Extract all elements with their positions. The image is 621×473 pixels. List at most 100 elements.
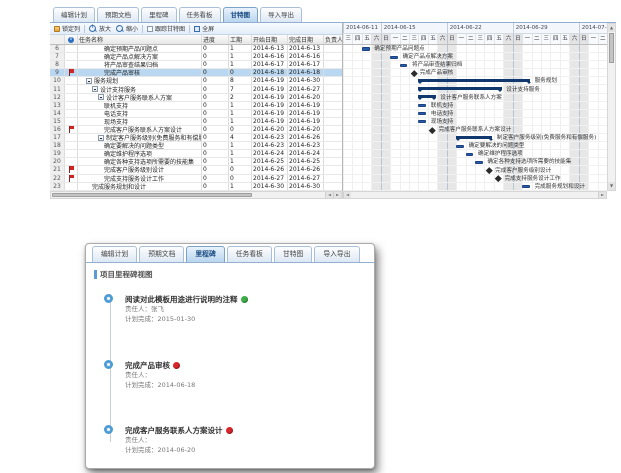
gantt-bar[interactable] [418, 104, 426, 107]
table-row[interactable]: 16完成客户服务联系人方案设计002014-6-202014-6-20 [50, 126, 342, 134]
v-scroll-thumb[interactable] [609, 33, 614, 63]
tab-import-export[interactable]: 导入导出 [314, 246, 359, 262]
gantt-view-content: 锁定列 +放大 -缩小 跟踪甘特图 全屏 i 任务名称进度工期开始日期完成日期负… [50, 23, 616, 199]
gantt-h-scroll-track[interactable] [351, 192, 598, 198]
row-number: 16 [50, 126, 65, 133]
gantt-bar[interactable] [400, 64, 408, 67]
scroll-left-arrow-icon[interactable]: ◄ [325, 192, 333, 198]
table-h-scrollbar[interactable]: ◄ ► [50, 191, 342, 199]
gantt-bar[interactable] [456, 145, 464, 148]
table-row[interactable]: 22完成支持服务设计工作002014-6-272014-6-27 [50, 175, 342, 183]
scroll-up-arrow-icon[interactable]: ▲ [608, 24, 615, 32]
day-header-cell: 一 [588, 34, 597, 45]
duration-cell: 1 [229, 61, 252, 68]
h-scroll-thumb[interactable] [52, 193, 252, 197]
gantt-bar[interactable] [418, 95, 435, 98]
tab-task-board[interactable]: 任务看板 [227, 246, 272, 262]
scroll-down-arrow-icon[interactable]: ▼ [608, 182, 615, 190]
gantt-bar[interactable] [475, 161, 483, 164]
gantt-v-scrollbar[interactable]: ▲ ▼ [607, 23, 616, 191]
table-row[interactable]: 8将产品审查结果归档012014-6-172014-6-17 [50, 61, 342, 69]
table-row[interactable]: 6确定预期产品问题点012014-6-132014-6-13 [50, 45, 342, 53]
gantt-bar[interactable] [362, 47, 370, 50]
task-name-cell: 确定维护程序选项 [78, 150, 202, 157]
milestone-ring-icon [104, 425, 113, 434]
table-row[interactable]: 13联机支持012014-6-192014-6-19 [50, 102, 342, 110]
table-row[interactable]: 20确定各种支持选项所需要的技能集012014-6-252014-6-25 [50, 158, 342, 166]
tab-gantt[interactable]: 甘特图 [274, 246, 312, 262]
gantt-bar[interactable] [466, 153, 474, 156]
table-row[interactable]: 9完成产品审核002014-6-182014-6-18 [50, 69, 342, 77]
start-date-cell: 2014-6-23 [252, 134, 288, 141]
gantt-bar[interactable] [390, 56, 398, 59]
owner-cell [324, 94, 342, 101]
track-gantt-checkbox[interactable]: 跟踪甘特图 [146, 24, 186, 33]
gantt-bar-label: 确定预期产品问题点 [374, 45, 424, 53]
gantt-view-panel: 编辑计划预期文档里程碑任务看板甘特图导入导出 锁定列 +放大 -缩小 跟踪甘特图… [50, 6, 616, 206]
column-header-finish-date[interactable]: 完成日期 [288, 35, 324, 44]
table-row[interactable]: 15现场支持012014-6-192014-6-19 [50, 118, 342, 126]
collapse-icon[interactable] [98, 135, 104, 141]
gantt-bar[interactable] [418, 79, 530, 82]
gantt-scroll-left-arrow-icon[interactable]: ◄ [343, 192, 351, 198]
tab-edit-plan[interactable]: 编辑计划 [53, 7, 95, 22]
collapse-icon[interactable] [86, 78, 92, 84]
gantt-bar[interactable] [418, 112, 426, 115]
collapse-icon[interactable] [98, 94, 104, 100]
table-row[interactable]: 18确定要解决的问题类型012014-6-232014-6-23 [50, 142, 342, 150]
fullscreen-button[interactable]: 全屏 [193, 24, 215, 33]
table-row[interactable]: 14电话支持012014-6-192014-6-19 [50, 110, 342, 118]
tab-milestone[interactable]: 里程碑 [141, 7, 177, 22]
scroll-right-arrow-icon[interactable]: ► [333, 192, 341, 198]
task-name-text: 设计客户服务联系人方案 [106, 94, 172, 101]
gantt-h-scrollbar[interactable]: ◄ ► [342, 191, 607, 199]
milestone-item[interactable]: 阅读对此模板用途进行说明的注释责任人：张飞计划完成：2015-01-30 [104, 294, 368, 324]
h-scroll-track[interactable] [253, 192, 325, 198]
table-row[interactable]: 21完成客户服务级别设计002014-6-262014-6-26 [50, 166, 342, 174]
column-header-owner[interactable]: 负责人 [324, 35, 342, 44]
column-header-start-date[interactable]: 开始日期 [252, 35, 288, 44]
column-header-progress[interactable]: 进度 [202, 35, 229, 44]
gantt-scroll-right-arrow-icon[interactable]: ► [598, 192, 606, 198]
table-row[interactable]: 11设计支持服务072014-6-192014-6-27 [50, 85, 342, 93]
flag-cell [65, 118, 78, 125]
milestone-ring-icon [104, 294, 113, 303]
table-row[interactable]: 7确定产品点解决方案012014-6-162014-6-16 [50, 53, 342, 61]
milestone-item[interactable]: 完成客户服务联系人方案设计责任人：计划完成：2014-06-20 [104, 425, 368, 455]
tab-expect-docs[interactable]: 预期文档 [97, 7, 139, 22]
start-date-cell: 2014-6-19 [252, 110, 288, 117]
zoom-out-button[interactable]: -缩小 [115, 24, 139, 33]
tab-edit-plan[interactable]: 编辑计划 [92, 246, 137, 262]
table-row[interactable]: 10服务规划082014-6-192014-6-30 [50, 77, 342, 85]
start-date-cell: 2014-6-19 [252, 77, 288, 84]
table-row[interactable]: 12设计客户服务联系人方案022014-6-192014-6-20 [50, 94, 342, 102]
finish-date-cell: 2014-6-19 [288, 102, 324, 109]
tab-milestone[interactable]: 里程碑 [186, 246, 224, 262]
tab-expect-docs[interactable]: 预期文档 [139, 246, 184, 262]
zoom-in-button[interactable]: +放大 [88, 24, 112, 33]
tab-task-board[interactable]: 任务看板 [179, 7, 221, 22]
gantt-row [343, 69, 607, 77]
table-row[interactable]: 19确定维护程序选项012014-6-242014-6-24 [50, 150, 342, 158]
task-name-cell: 确定预期产品问题点 [78, 45, 202, 52]
gantt-bar[interactable] [456, 136, 492, 139]
task-name-cell: 将产品审查结果归档 [78, 61, 202, 68]
task-name-text: 完成支持服务设计工作 [104, 175, 164, 182]
tab-gantt[interactable]: 甘特图 [223, 7, 259, 22]
tab-import-export[interactable]: 导入导出 [260, 7, 302, 22]
milestone-flag-icon [68, 166, 74, 173]
gantt-bar[interactable] [522, 185, 530, 188]
row-number: 14 [50, 110, 65, 117]
column-header-task-name[interactable]: 任务名称 [78, 35, 202, 44]
table-row[interactable]: 23完成服务规划和设计012014-6-302014-6-30 [50, 183, 342, 191]
lock-column-icon [54, 26, 60, 32]
lock-column-button[interactable]: 锁定列 [53, 24, 81, 33]
milestone-item[interactable]: 完成产品审核责任人：计划完成：2014-06-18 [104, 360, 368, 390]
table-row[interactable]: 17制定客户服务级别(免费服务和有偿服务)042014-6-232014-6-2… [50, 134, 342, 142]
duration-cell: 1 [229, 142, 252, 149]
v-scroll-track[interactable] [608, 64, 615, 182]
flag-cell [65, 85, 78, 92]
gantt-bar[interactable] [418, 87, 501, 90]
column-header-duration[interactable]: 工期 [229, 35, 252, 44]
collapse-icon[interactable] [92, 86, 98, 92]
